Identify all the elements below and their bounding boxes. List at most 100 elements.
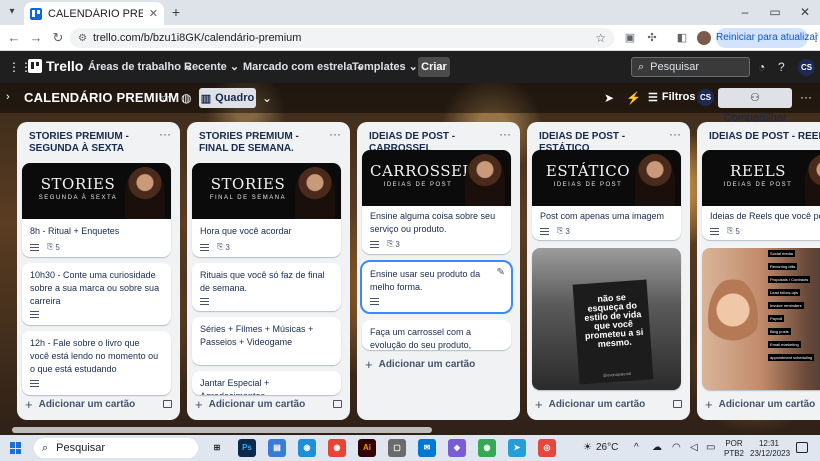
add-card-button[interactable]: + Adicionar um cartão — [195, 397, 305, 412]
notifications-icon[interactable]: ◔ — [758, 60, 765, 74]
telegram-icon[interactable]: ➤ — [508, 439, 526, 457]
search-input[interactable]: ⌕ Pesquisar — [631, 57, 750, 77]
address-bar[interactable]: ⚙ trello.com/b/bzu1i8GK/calendário-premi… — [70, 28, 614, 48]
image-card[interactable]: não se esqueça do estilo de vida que voc… — [532, 248, 681, 390]
add-card-button[interactable]: + Adicionar um cartão — [705, 397, 815, 412]
bookmark-star-icon[interactable]: ☆ — [595, 31, 606, 45]
list-card[interactable]: STORIES FINAL DE SEMANA Hora que você ac… — [192, 163, 341, 257]
photoshop-icon[interactable]: Ps — [238, 439, 256, 457]
cover-title: STORIES — [210, 175, 286, 193]
add-card-button[interactable]: + Adicionar um cartão — [535, 397, 645, 412]
menu-recent[interactable]: Recente ⌄ — [184, 60, 239, 73]
list-title[interactable]: IDEIAS DE POST - REELS — [709, 131, 820, 143]
list-menu-icon[interactable]: ··· — [669, 127, 681, 141]
trello-logo[interactable]: Trello — [28, 58, 83, 74]
app-icon[interactable]: ▢ — [388, 439, 406, 457]
task-view-icon[interactable]: ⊞ — [208, 439, 226, 457]
volume-icon[interactable]: ◁ — [690, 442, 698, 453]
list-card[interactable]: 12h - Fale sobre o livro que você está l… — [22, 331, 171, 395]
help-icon[interactable]: ? — [778, 60, 785, 74]
browser-menu-icon[interactable]: ⋮ — [810, 30, 820, 44]
forward-icon[interactable]: → — [28, 30, 44, 46]
filters-label: Filtros — [661, 91, 696, 103]
illustrator-icon[interactable]: Ai — [358, 439, 376, 457]
list-card[interactable]: ESTÁTICO IDEIAS DE POST Post com apenas … — [532, 150, 681, 240]
list-menu-icon[interactable]: ··· — [329, 127, 341, 141]
add-card-button[interactable]: + Adicionar um cartão — [365, 357, 475, 372]
board-menu-icon[interactable]: ··· — [800, 90, 812, 104]
list-card[interactable]: CARROSSEL IDEIAS DE POST Ensine alguma c… — [362, 150, 511, 254]
list-card[interactable]: Faça um carrossel com a evolução do seu … — [362, 320, 511, 350]
maximize-icon[interactable]: ▭ — [760, 0, 790, 25]
minimize-icon[interactable]: – — [730, 0, 760, 25]
wifi-icon[interactable]: ◠ — [672, 442, 681, 453]
filters-button[interactable]: ☰ Filtros — [648, 91, 696, 104]
card-template-icon[interactable] — [333, 400, 342, 408]
new-tab-icon[interactable]: + — [168, 4, 184, 20]
power-ups-icon[interactable]: ➤ — [604, 91, 614, 105]
menu-starred[interactable]: Marcado com estrela ⌄ — [243, 60, 365, 73]
list-menu-icon[interactable]: ··· — [499, 127, 511, 141]
list-card[interactable]: 10h30 - Conte uma curiosidade sobre a su… — [22, 263, 171, 325]
back-icon[interactable]: ← — [6, 30, 22, 46]
list-card[interactable]: Séries + Filmes + Músicas + Passeios + V… — [192, 317, 341, 365]
visibility-icon[interactable]: ◍ — [181, 91, 191, 105]
board-member-avatar[interactable]: CS — [697, 89, 714, 106]
create-button[interactable]: Criar — [418, 57, 450, 77]
clock[interactable]: 12:31 23/12/2023 — [750, 439, 790, 459]
automation-icon[interactable]: ⚡ — [626, 91, 641, 105]
share-button[interactable]: ⚇ Compartilhar — [718, 88, 792, 124]
mail-icon[interactable]: ✉ — [418, 439, 436, 457]
image-card[interactable]: Social media Recurring bills Proposals /… — [702, 248, 820, 390]
side-panel-icon[interactable]: ◧ — [674, 30, 690, 46]
keyboard-layout: PTB2 — [724, 449, 745, 458]
update-button[interactable]: Reiniciar para atualizar — [716, 28, 818, 48]
windows-start-icon[interactable] — [10, 442, 22, 454]
board-title[interactable]: CALENDÁRIO PREMIUM — [24, 90, 179, 105]
list-menu-icon[interactable]: ··· — [159, 127, 171, 141]
user-avatar[interactable]: CS — [798, 59, 815, 76]
list-card[interactable]: STORIES SEGUNDA À SEXTA 8h - Ritual + En… — [22, 163, 171, 257]
cloud-icon[interactable]: ☁ — [652, 442, 662, 453]
menu-workspaces[interactable]: Áreas de trabalho ⌄ — [88, 60, 193, 73]
star-board-icon[interactable]: ☆ — [160, 91, 171, 105]
screen-share-icon[interactable]: ▣ — [622, 30, 638, 46]
edit-card-icon[interactable]: ✎ — [497, 267, 505, 278]
scrollbar-thumb[interactable] — [12, 427, 432, 433]
site-info-icon[interactable]: ⚙ — [78, 33, 87, 44]
list-title[interactable]: STORIES PREMIUM - FINAL DE SEMANA. — [199, 131, 327, 155]
reload-icon[interactable]: ↻ — [50, 30, 66, 46]
notification-center-icon[interactable] — [796, 442, 808, 453]
profile-avatar[interactable] — [697, 31, 711, 45]
view-switch-chevron-icon[interactable]: ⌄ — [262, 91, 272, 105]
edge-icon[interactable]: ◉ — [298, 439, 316, 457]
browser-tab[interactable]: CALENDÁRIO PREMIUM | Trello ✕ — [24, 2, 164, 25]
weather-widget[interactable]: ☀ 26°C — [583, 442, 618, 453]
list-card[interactable]: Rituais que você só faz de final de sema… — [192, 263, 341, 311]
card-template-icon[interactable] — [673, 400, 682, 408]
board-view-button[interactable]: ▥ Quadro — [199, 88, 256, 108]
card-template-icon[interactable] — [163, 400, 172, 408]
language-indicator[interactable]: POR PTB2 — [724, 439, 744, 459]
board-horizontal-scrollbar[interactable] — [0, 425, 820, 435]
battery-icon[interactable]: ▭ — [706, 442, 715, 453]
add-card-label: Adicionar um cartão — [378, 358, 476, 370]
close-tab-icon[interactable]: ✕ — [149, 7, 158, 20]
list-title[interactable]: STORIES PREMIUM - SEGUNDA À SEXTA — [29, 131, 157, 155]
sidebar-toggle-icon[interactable]: › — [6, 91, 10, 103]
app-red-icon[interactable]: ◎ — [538, 439, 556, 457]
list-card-focused[interactable]: Ensine usar seu produto da melho forma. … — [360, 260, 513, 314]
tab-list-icon[interactable]: ▾ — [4, 4, 20, 20]
window-close-icon[interactable]: ✕ — [790, 0, 820, 25]
teams-icon[interactable]: ◆ — [448, 439, 466, 457]
menu-templates[interactable]: Templates ⌄ — [352, 60, 418, 73]
list-card[interactable]: Jantar Especial + Agradecimentos — [192, 371, 341, 395]
chrome-profile-icon[interactable]: ◉ — [478, 439, 496, 457]
chrome-icon[interactable]: ◉ — [328, 439, 346, 457]
taskbar-search[interactable]: ⌕ Pesquisar — [34, 438, 198, 458]
file-explorer-icon[interactable]: ▤ — [268, 439, 286, 457]
extensions-icon[interactable]: ✣ — [644, 30, 660, 46]
add-card-button[interactable]: + Adicionar um cartão — [25, 397, 135, 412]
list-card[interactable]: REELS IDEIAS DE POST Ideias de Reels que… — [702, 150, 820, 240]
tray-chevron-icon[interactable]: ^ — [634, 442, 639, 453]
